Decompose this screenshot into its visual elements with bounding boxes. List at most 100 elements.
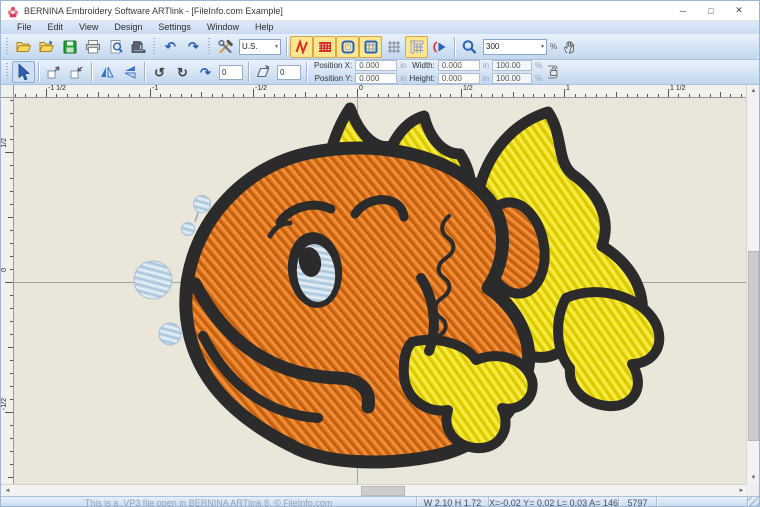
- v-ruler-tick: [5, 282, 13, 283]
- ruler-corner: [1, 85, 14, 98]
- h-ruler-tick: [357, 89, 358, 97]
- h-ruler-tick: [730, 94, 731, 97]
- hand-icon: [562, 39, 578, 55]
- horizontal-scrollbar[interactable]: ◄ ►: [1, 484, 748, 496]
- toolbar-separator: [38, 62, 39, 82]
- undo-button[interactable]: ↶: [159, 36, 182, 58]
- mirror-vertical-button[interactable]: [118, 61, 141, 83]
- goldfish-embroidery-design[interactable]: [14, 98, 748, 484]
- rotate-button[interactable]: ↷: [194, 61, 217, 83]
- insert-design-button[interactable]: [35, 36, 58, 58]
- mirror-horizontal-button[interactable]: [95, 61, 118, 83]
- skew-angle-input[interactable]: 0: [277, 65, 301, 80]
- zoom-button[interactable]: [458, 36, 481, 58]
- print-preview-button[interactable]: [104, 36, 127, 58]
- toolbar-separator: [286, 37, 287, 57]
- v-ruler-tick: [10, 126, 13, 127]
- position-x-input[interactable]: 0.000: [355, 60, 397, 71]
- menu-item-design[interactable]: Design: [106, 21, 150, 34]
- v-ruler-tick: [10, 178, 13, 179]
- h-ruler-tick: [233, 94, 234, 97]
- vertical-scroll-thumb[interactable]: [748, 251, 759, 441]
- print-preview-icon: [108, 39, 124, 55]
- h-ruler-tick: [87, 94, 88, 97]
- scale-x-input[interactable]: 100.00: [492, 60, 532, 71]
- rotate-cw-45-button[interactable]: ↻: [171, 61, 194, 83]
- h-ruler-tick: [710, 94, 711, 97]
- h-ruler-tick: [637, 94, 638, 97]
- width-input[interactable]: 0.000: [438, 60, 480, 71]
- scale-down-button[interactable]: [42, 61, 65, 83]
- show-grid-button[interactable]: [382, 36, 405, 58]
- print-button[interactable]: [81, 36, 104, 58]
- status-pointer-coords: X=-0.02 Y= 0.02 L= 0.03 A= 146: [489, 497, 619, 507]
- grid-ruler-icon: [409, 39, 425, 55]
- h-ruler-tick: [564, 89, 565, 97]
- scale-y-input[interactable]: 100.00: [492, 73, 532, 84]
- h-ruler-tick: [150, 89, 151, 97]
- rotate-cw-icon: ↻: [177, 66, 188, 79]
- h-ruler-tick: [398, 94, 399, 97]
- horizontal-scroll-thumb[interactable]: [361, 486, 405, 496]
- mirror-horizontal-icon: [98, 64, 116, 80]
- show-ruler-toggle[interactable]: [405, 36, 428, 58]
- menu-item-window[interactable]: Window: [199, 21, 247, 34]
- fill-stitch-icon: [317, 39, 333, 55]
- show-stitches-toggle[interactable]: [290, 36, 313, 58]
- show-hoop-toggle[interactable]: [336, 36, 359, 58]
- h-ruler-tick: [606, 94, 607, 97]
- position-x-label: Position X:: [314, 61, 352, 70]
- menu-item-edit[interactable]: Edit: [40, 21, 72, 34]
- pan-button[interactable]: [558, 36, 581, 58]
- v-ruler-tick: [10, 269, 13, 270]
- close-button[interactable]: ✕: [725, 2, 753, 20]
- h-ruler-tick: [160, 94, 161, 97]
- scroll-down-arrow[interactable]: ▼: [747, 472, 760, 484]
- scale-up-icon: [69, 64, 85, 80]
- select-tool-button[interactable]: [12, 61, 35, 83]
- minimize-button[interactable]: ─: [669, 2, 697, 20]
- h-ruler-tick: [409, 92, 410, 97]
- position-x-unit: in: [400, 61, 406, 70]
- scrollbar-corner: [746, 484, 759, 496]
- design-canvas[interactable]: [14, 98, 748, 484]
- h-ruler-tick: [367, 94, 368, 97]
- status-message: This is a .VP3 file open in BERNINA ARTl…: [1, 497, 417, 507]
- menu-item-view[interactable]: View: [71, 21, 106, 34]
- menu-item-file[interactable]: File: [9, 21, 40, 34]
- scale-up-button[interactable]: [65, 61, 88, 83]
- h-ruler-tick: [181, 94, 182, 97]
- h-ruler-tick: [668, 89, 669, 97]
- save-floppy-icon: [62, 39, 78, 55]
- h-ruler-tick: [326, 94, 327, 97]
- h-ruler-label: 1/2: [463, 85, 473, 92]
- redo-button[interactable]: ↷: [182, 36, 205, 58]
- resize-grip[interactable]: [748, 497, 759, 507]
- position-y-input[interactable]: 0.000: [355, 73, 397, 84]
- rotate-ccw-45-button[interactable]: ↺: [148, 61, 171, 83]
- grid-icon: [386, 39, 402, 55]
- bernina-logo-icon: [7, 5, 19, 17]
- scroll-up-arrow[interactable]: ▲: [747, 85, 760, 97]
- maximize-button[interactable]: □: [697, 2, 725, 20]
- vertical-scrollbar[interactable]: ▲ ▼: [746, 85, 759, 484]
- lock-proportions-button[interactable]: [542, 60, 565, 84]
- h-ruler-tick: [108, 94, 109, 97]
- stitch-player-button[interactable]: [428, 36, 451, 58]
- skew-button[interactable]: [252, 61, 275, 83]
- save-design-button[interactable]: [58, 36, 81, 58]
- write-to-machine-button[interactable]: [127, 36, 150, 58]
- show-artistic-view-toggle[interactable]: [313, 36, 336, 58]
- h-ruler-tick: [699, 94, 700, 97]
- menu-item-help[interactable]: Help: [247, 21, 282, 34]
- settings-button[interactable]: [214, 36, 237, 58]
- zoom-level-select[interactable]: 300 ▾: [483, 39, 547, 55]
- height-input[interactable]: 0.000: [438, 73, 480, 84]
- rotate-angle-input[interactable]: 0: [219, 65, 243, 80]
- menu-item-settings[interactable]: Settings: [150, 21, 199, 34]
- measurement-units-select[interactable]: U.S. ▾: [239, 39, 281, 55]
- h-ruler-tick: [419, 94, 420, 97]
- show-hoop-template-toggle[interactable]: [359, 36, 382, 58]
- h-ruler-tick: [170, 94, 171, 97]
- open-design-button[interactable]: [12, 36, 35, 58]
